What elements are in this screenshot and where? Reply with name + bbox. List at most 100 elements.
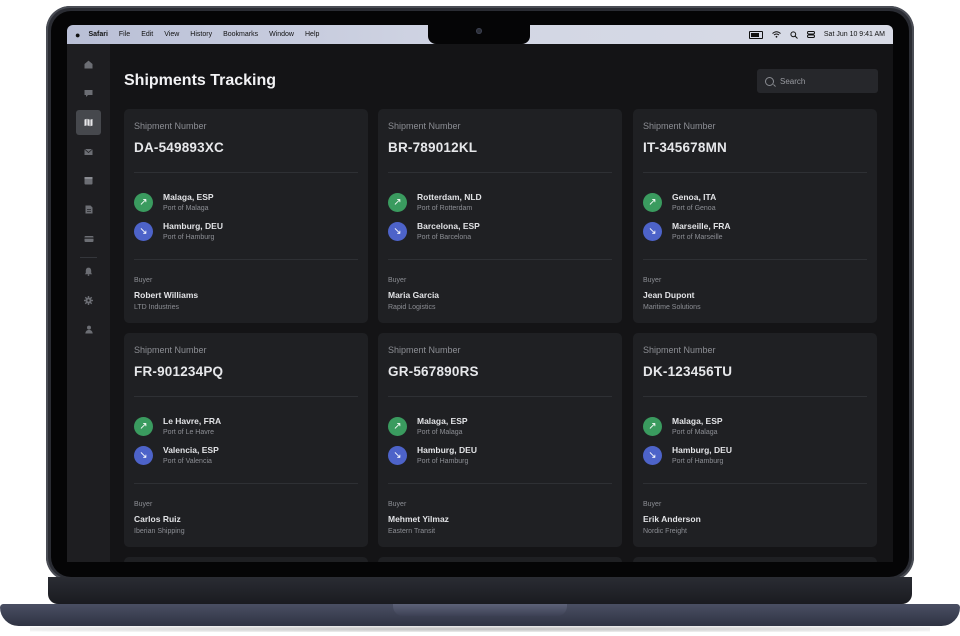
battery-icon[interactable] xyxy=(748,30,763,39)
buyer-label: Buyer xyxy=(134,277,153,284)
origin-port: Port of Malaga xyxy=(417,429,463,436)
origin-stop: ↗ Le Havre, FRA Port of Le Havre xyxy=(134,416,354,438)
menu-help[interactable]: Help xyxy=(305,31,319,38)
destination-stop: ↘ Hamburg, DEU Port of Hamburg xyxy=(643,445,863,467)
sidebar-divider xyxy=(80,257,97,258)
control-center-icon[interactable] xyxy=(806,31,815,38)
origin-port: Port of Malaga xyxy=(163,205,209,212)
sidebar-item-notifications[interactable] xyxy=(76,259,101,284)
destination-city: Hamburg, DEU xyxy=(672,445,732,455)
shipment-number-label: Shipment Number xyxy=(134,345,207,355)
sidebar-item-messages[interactable] xyxy=(76,81,101,106)
buyer-name: Maria Garcia xyxy=(388,290,440,300)
search-icon xyxy=(765,76,774,86)
shipment-card[interactable]: Shipment Number IT-345678MN ↗ Genoa, ITA Por… xyxy=(633,109,877,323)
buyer-company: Eastern Transit xyxy=(388,528,436,535)
menu-window[interactable]: Window xyxy=(269,31,294,38)
shipment-number: FR-901234PQ xyxy=(134,364,224,379)
destination-city: Hamburg, DEU xyxy=(417,445,477,455)
bell-icon xyxy=(84,267,93,276)
destination-stop: ↘ Hamburg, DEU Port of Hamburg xyxy=(388,445,608,467)
origin-stop: ↗ Malaga, ESP Port of Malaga xyxy=(388,416,608,438)
spotlight-search-icon[interactable] xyxy=(790,30,798,39)
sidebar-item-documents[interactable] xyxy=(76,197,101,222)
destination-port: Port of Marseille xyxy=(672,234,723,241)
origin-city: Rotterdam, NLD xyxy=(417,192,482,202)
shipment-card[interactable]: Shipment Number DA-549893XC ↗ Malaga, ESP Po… xyxy=(124,109,368,323)
chat-icon xyxy=(84,90,93,97)
buyer-label: Buyer xyxy=(134,501,153,508)
shipment-number: GR-567890RS xyxy=(388,364,479,379)
laptop-base-notch xyxy=(393,604,567,616)
sidebar-item-calendar[interactable] xyxy=(76,168,101,193)
shipment-number-label: Shipment Number xyxy=(388,121,461,131)
sidebar-item-profile[interactable] xyxy=(76,317,101,342)
card-divider xyxy=(643,396,867,397)
buyer-label: Buyer xyxy=(388,501,407,508)
menu-clock[interactable]: Sat Jun 10 9:41 AM xyxy=(824,31,885,38)
origin-stop: ↗ Rotterdam, NLD Port of Rotterdam xyxy=(388,192,608,214)
origin-stop: ↗ Malaga, ESP Port of Malaga xyxy=(643,416,863,438)
menu-file[interactable]: File xyxy=(119,31,130,38)
shipment-card[interactable]: Shipment Number FR-901234PQ ↗ Le Havre, FRA… xyxy=(124,333,368,547)
search-input[interactable]: Search xyxy=(757,69,878,93)
buyer-name: Mehmet Yilmaz xyxy=(388,514,449,524)
destination-port: Port of Hamburg xyxy=(163,234,215,241)
shipment-card-partial[interactable] xyxy=(124,557,368,562)
home-icon xyxy=(84,60,93,69)
card-divider xyxy=(643,483,867,484)
destination-city: Hamburg, DEU xyxy=(163,221,223,231)
origin-stop: ↗ Malaga, ESP Port of Malaga xyxy=(134,192,354,214)
buyer-label: Buyer xyxy=(388,277,407,284)
menu-view[interactable]: View xyxy=(164,31,179,38)
sidebar-item-settings[interactable] xyxy=(76,288,101,313)
origin-arrow-icon: ↗ xyxy=(643,417,662,436)
menu-bookmarks[interactable]: Bookmarks xyxy=(223,31,258,38)
buyer-name: Erik Anderson xyxy=(643,514,701,524)
camera-icon xyxy=(476,28,482,34)
card-divider xyxy=(388,259,612,260)
buyer-company: Maritime Solutions xyxy=(643,304,701,311)
origin-city: Malaga, ESP xyxy=(417,416,468,426)
menu-history[interactable]: History xyxy=(190,31,212,38)
buyer-label: Buyer xyxy=(643,501,662,508)
buyer-company: Iberian Shipping xyxy=(134,528,185,535)
buyer-name: Robert Williams xyxy=(134,290,199,300)
sidebar-item-map[interactable] xyxy=(76,110,101,135)
destination-city: Barcelona, ESP xyxy=(417,221,480,231)
destination-arrow-icon: ↘ xyxy=(134,222,153,241)
card-divider xyxy=(643,259,867,260)
card-divider xyxy=(134,172,358,173)
shipment-number: DA-549893XC xyxy=(134,140,224,155)
destination-arrow-icon: ↘ xyxy=(643,222,662,241)
menu-edit[interactable]: Edit xyxy=(141,31,153,38)
wifi-icon[interactable] xyxy=(772,31,781,38)
shipment-card[interactable]: Shipment Number DK-123456TU ↗ Malaga, ESP Po… xyxy=(633,333,877,547)
destination-port: Port of Hamburg xyxy=(417,458,469,465)
destination-stop: ↘ Hamburg, DEU Port of Hamburg xyxy=(134,221,354,243)
shipment-number-label: Shipment Number xyxy=(134,121,207,131)
shipment-card[interactable]: Shipment Number GR-567890RS ↗ Malaga, ESP Po… xyxy=(378,333,622,547)
shipment-card-partial[interactable] xyxy=(378,557,622,562)
shipment-card-partial[interactable] xyxy=(633,557,877,562)
shipment-card[interactable]: Shipment Number BR-789012KL ↗ Rotterdam, NL… xyxy=(378,109,622,323)
laptop-shadow xyxy=(30,626,930,632)
origin-port: Port of Rotterdam xyxy=(417,205,473,212)
buyer-label: Buyer xyxy=(643,277,662,284)
shipment-number: BR-789012KL xyxy=(388,140,478,155)
origin-arrow-icon: ↗ xyxy=(134,193,153,212)
sidebar-item-home[interactable] xyxy=(76,52,101,77)
origin-stop: ↗ Genoa, ITA Port of Genoa xyxy=(643,192,863,214)
calendar-icon xyxy=(84,177,93,185)
origin-arrow-icon: ↗ xyxy=(134,417,153,436)
sidebar-item-payments[interactable] xyxy=(76,226,101,251)
sidebar-item-mail[interactable] xyxy=(76,139,101,164)
origin-city: Malaga, ESP xyxy=(163,192,214,202)
destination-stop: ↘ Valencia, ESP Port of Valencia xyxy=(134,445,354,467)
apple-menu-icon[interactable]: ● xyxy=(75,30,80,40)
origin-port: Port of Genoa xyxy=(672,205,716,212)
destination-arrow-icon: ↘ xyxy=(643,446,662,465)
shipment-number-label: Shipment Number xyxy=(643,345,716,355)
card-divider xyxy=(134,396,358,397)
menu-app-name[interactable]: Safari xyxy=(88,31,107,38)
